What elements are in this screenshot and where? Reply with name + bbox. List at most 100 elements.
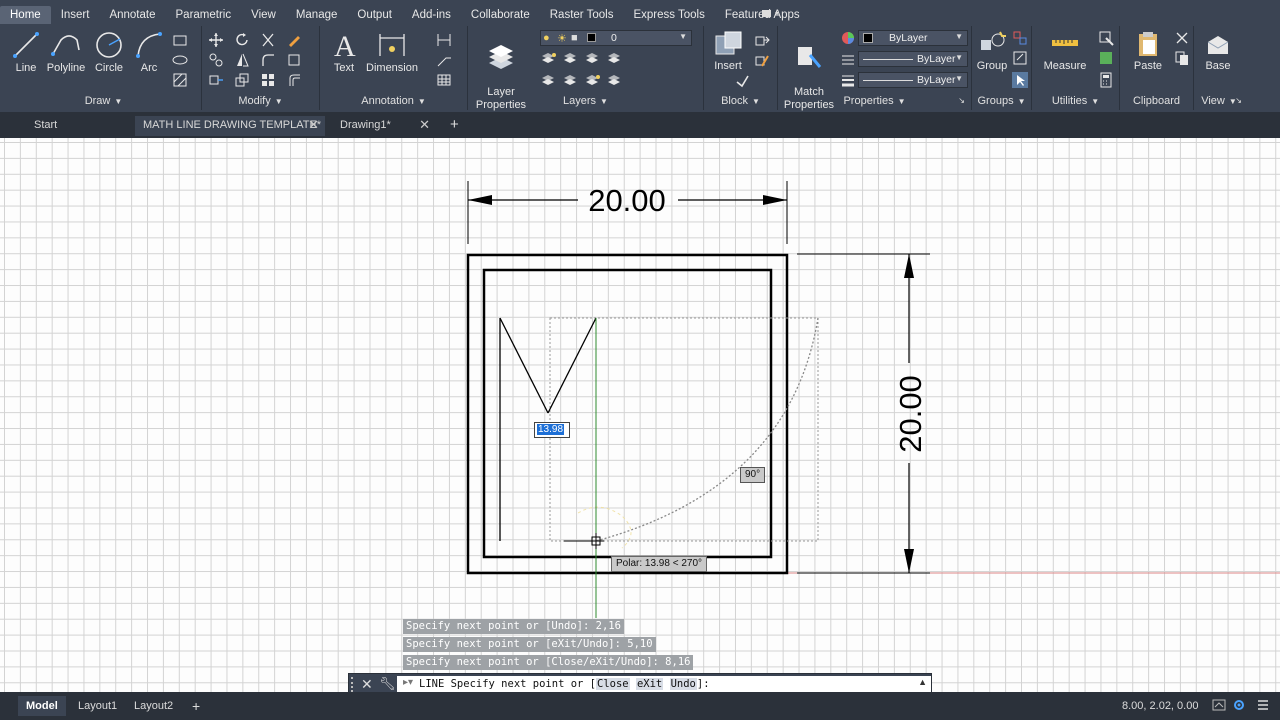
drawing-area[interactable]: 20.00 20.00 <box>0 138 1280 692</box>
calculator-icon[interactable] <box>1098 72 1114 88</box>
tab-home[interactable]: Home <box>0 6 51 24</box>
tab-annotate[interactable]: Annotate <box>99 6 165 24</box>
file-tab-drawing1[interactable]: Drawing1* ✕ <box>332 116 436 136</box>
ungroup-icon[interactable] <box>1012 30 1028 46</box>
wrench-icon[interactable]: 🔧︎ <box>379 676 396 692</box>
modify-panel-title[interactable]: Modify ▼ <box>202 93 319 109</box>
layers-panel-title[interactable]: Layers ▼ <box>468 93 703 109</box>
color-dropdown[interactable]: ByLayer ▼ <box>858 30 968 46</box>
outer-border[interactable] <box>466 253 789 575</box>
dynamic-length-input[interactable]: 13.98 <box>534 422 570 438</box>
clipboard-panel-title[interactable]: Clipboard <box>1120 93 1193 109</box>
file-tab-math-line-template[interactable]: MATH LINE DRAWING TEMPLATE* ✕ <box>135 116 325 136</box>
circle-tool-button[interactable]: Circle <box>90 30 128 74</box>
isolate-objects-icon[interactable] <box>1212 698 1226 712</box>
rectangle-icon[interactable] <box>172 32 188 48</box>
command-input[interactable]: ▸▾ LINE Specify next point or [Close eXi… <box>397 676 931 693</box>
properties-panel-title[interactable]: Properties ▼ ↘ <box>778 93 971 109</box>
add-layout-icon[interactable]: + <box>184 696 208 716</box>
text-tool-label: Text <box>333 62 355 74</box>
layer-properties-icon <box>489 45 513 69</box>
explode-icon[interactable] <box>286 52 302 68</box>
customization-menu-icon[interactable] <box>1256 698 1270 712</box>
group-label: Group <box>976 60 1008 72</box>
group-button[interactable]: Group <box>974 30 1010 72</box>
drawing-canvas[interactable]: 20.00 20.00 13.98 90° Polar: 13.98 < 270… <box>0 138 1280 692</box>
lineweight-dropdown[interactable]: ByLayer ▼ <box>858 72 968 88</box>
polyline-tool-button[interactable]: Polyline <box>42 30 90 74</box>
layer-dropdown[interactable]: ● ☀ ■ 0 ▼ <box>540 30 692 46</box>
groups-panel-title[interactable]: Groups ▼ <box>972 93 1031 109</box>
copy-clip-icon[interactable] <box>1174 50 1190 66</box>
inner-border[interactable] <box>482 268 773 559</box>
copy-icon[interactable] <box>208 52 224 68</box>
tab-manage[interactable]: Manage <box>286 6 348 24</box>
tab-raster-tools[interactable]: Raster Tools <box>540 6 624 24</box>
option-undo[interactable]: Undo <box>669 678 697 690</box>
view-panel-title[interactable]: View ▼ ↘ <box>1194 93 1244 109</box>
tab-layout2[interactable]: Layout2 <box>126 696 181 716</box>
group-edit-icon[interactable] <box>1012 50 1028 66</box>
ellipse-icon[interactable] <box>172 52 188 68</box>
line-tool-button[interactable]: Line <box>8 30 44 74</box>
tab-view[interactable]: View <box>241 6 286 24</box>
hatch-icon[interactable] <box>172 72 188 88</box>
layer-tools-icons[interactable] <box>540 50 640 90</box>
close-icon[interactable]: ✕ <box>308 116 319 134</box>
fillet-icon[interactable] <box>260 52 276 68</box>
measure-button[interactable]: Measure <box>1040 30 1090 72</box>
array-icon[interactable] <box>260 72 276 88</box>
tab-model[interactable]: Model <box>18 696 66 716</box>
close-icon[interactable]: ✕ <box>361 676 373 693</box>
group-selection-icon[interactable] <box>1012 72 1028 88</box>
tab-output[interactable]: Output <box>347 6 402 24</box>
trim-icon[interactable] <box>260 32 276 48</box>
draw-panel-title[interactable]: Draw ▼ <box>6 93 201 109</box>
tab-add-ins[interactable]: Add-ins <box>402 6 461 24</box>
start-tab[interactable]: Start <box>26 116 65 136</box>
leader-icon[interactable] <box>436 52 452 68</box>
dimension-tool-button[interactable]: Dimension <box>362 30 422 74</box>
edit-block-icon[interactable] <box>754 52 770 68</box>
annotation-panel-title[interactable]: Annotation ▼ <box>320 93 467 109</box>
erase-icon[interactable] <box>286 32 302 48</box>
insert-block-button[interactable]: Insert <box>708 30 748 72</box>
vertical-dimension[interactable]: 20.00 <box>797 253 930 574</box>
workspace-gear-icon[interactable] <box>1232 698 1246 712</box>
cut-icon[interactable] <box>1174 30 1190 46</box>
option-exit[interactable]: eXit <box>635 678 664 690</box>
linetype-dropdown[interactable]: ByLayer ▼ <box>858 51 968 67</box>
horizontal-dimension[interactable]: 20.00 <box>467 181 788 244</box>
scale-icon[interactable] <box>234 72 250 88</box>
new-tab-plus-icon[interactable]: + <box>450 116 466 136</box>
create-block-icon[interactable] <box>754 32 770 48</box>
tab-collaborate[interactable]: Collaborate <box>461 6 540 24</box>
select-all-icon[interactable] <box>1098 50 1114 66</box>
block-panel-title[interactable]: Block ▼ <box>704 93 777 109</box>
coordinate-readout[interactable]: 8.00, 2.02, 0.00 <box>1122 696 1198 716</box>
measure-label: Measure <box>1043 60 1087 72</box>
text-tool-button[interactable]: A Text <box>326 30 362 74</box>
arc-tool-button[interactable]: Arc <box>132 30 166 74</box>
close-icon[interactable]: ✕ <box>419 116 430 134</box>
move-icon[interactable] <box>208 32 224 48</box>
block-attribute-icon[interactable] <box>734 72 750 88</box>
linear-dimension-icon[interactable] <box>436 32 452 48</box>
mirror-icon[interactable] <box>234 52 250 68</box>
offset-icon[interactable] <box>286 72 302 88</box>
utilities-panel-title[interactable]: Utilities ▼ <box>1032 93 1119 109</box>
ribbon-minimize-icon[interactable] <box>760 8 782 20</box>
quick-select-icon[interactable] <box>1098 30 1114 46</box>
paste-button[interactable]: Paste <box>1128 30 1168 72</box>
rotate-icon[interactable] <box>234 32 250 48</box>
base-view-button[interactable]: Base <box>1200 30 1236 72</box>
tab-layout1[interactable]: Layout1 <box>70 696 125 716</box>
chevron-up-icon[interactable]: ▲ <box>918 677 927 687</box>
option-close[interactable]: Close <box>596 678 630 690</box>
table-icon[interactable] <box>436 72 452 88</box>
drag-handle[interactable] <box>351 677 357 692</box>
tab-parametric[interactable]: Parametric <box>166 6 242 24</box>
stretch-icon[interactable] <box>208 72 224 88</box>
tab-express-tools[interactable]: Express Tools <box>623 6 714 24</box>
tab-insert[interactable]: Insert <box>51 6 100 24</box>
